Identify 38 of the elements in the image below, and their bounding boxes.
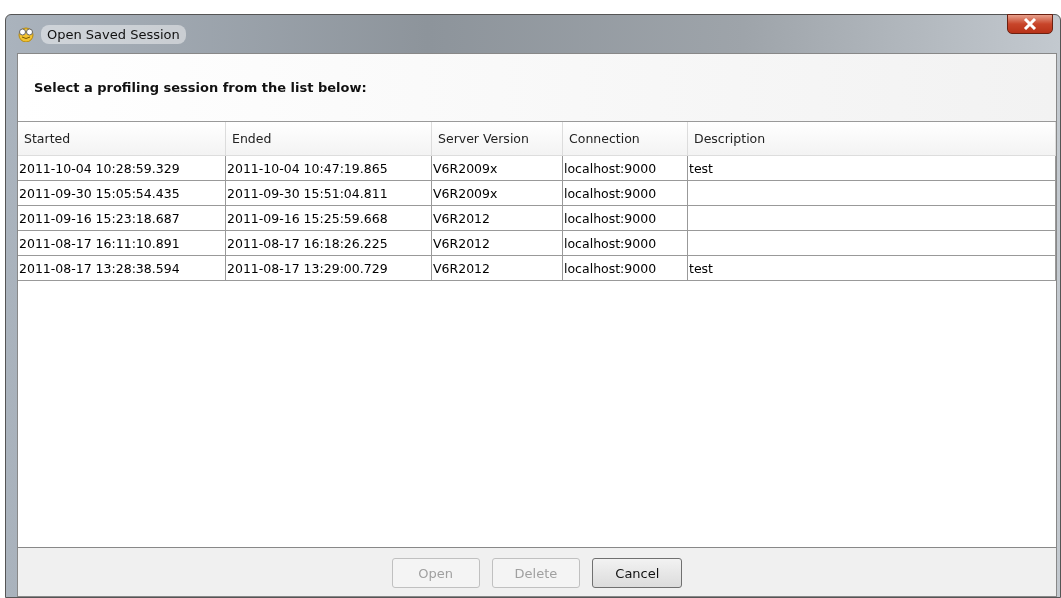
- session-row[interactable]: 2011-10-04 10:28:59.329 2011-10-04 10:47:19.865 V6R2009x localhost:9000 test: [18, 156, 1056, 181]
- table-cell: 2011-09-30 15:05:54.435: [19, 185, 180, 201]
- table-cell: localhost:9000: [564, 210, 657, 226]
- session-row[interactable]: 2011-08-17 13:28:38.594 2011-08-17 13:29:00.729 V6R2012 localhost:9000 test: [18, 256, 1056, 281]
- table-cell: V6R2012: [433, 260, 490, 276]
- close-button[interactable]: [1007, 14, 1053, 34]
- column-header[interactable]: Ended: [226, 122, 432, 155]
- column-header[interactable]: Server Version: [432, 122, 563, 155]
- session-row[interactable]: 2011-09-30 15:05:54.435 2011-09-30 15:51:04.811 V6R2009x localhost:9000: [18, 181, 1056, 206]
- session-row[interactable]: 2011-08-17 16:11:10.891 2011-08-17 16:18:26.225 V6R2012 localhost:9000: [18, 231, 1056, 256]
- face-icon: [17, 26, 35, 42]
- table-cell: 2011-08-17 16:18:26.225: [227, 235, 388, 251]
- column-header[interactable]: Description: [688, 122, 1056, 155]
- table-cell: 2011-09-16 15:25:59.668: [227, 210, 388, 226]
- table-cell: localhost:9000: [564, 160, 657, 176]
- column-header[interactable]: Started: [18, 122, 226, 155]
- table-cell: 2011-08-17 16:11:10.891: [19, 235, 180, 251]
- table-cell: 2011-09-16 15:23:18.687: [19, 210, 180, 226]
- table-cell: test: [689, 260, 713, 276]
- table-cell: 2011-10-04 10:28:59.329: [19, 160, 180, 176]
- dialog-button[interactable]: Cancel: [592, 558, 683, 588]
- window-title: Open Saved Session: [41, 24, 186, 44]
- table-cell: localhost:9000: [564, 185, 657, 201]
- table-cell: V6R2012: [433, 235, 490, 251]
- table-cell: V6R2009x: [433, 185, 498, 201]
- table-cell: 2011-09-30 15:51:04.811: [227, 185, 388, 201]
- table-cell: V6R2009x: [433, 160, 498, 176]
- table-cell: test: [689, 160, 713, 176]
- table-cell: localhost:9000: [564, 260, 657, 276]
- table-cell: 2011-10-04 10:47:19.865: [227, 160, 388, 176]
- table-cell: 2011-08-17 13:29:00.729: [227, 260, 388, 276]
- table-cell: localhost:9000: [564, 235, 657, 251]
- session-row[interactable]: 2011-09-16 15:23:18.687 2011-09-16 15:25:59.668 V6R2012 localhost:9000: [18, 206, 1056, 231]
- column-header[interactable]: Connection: [563, 122, 688, 155]
- close-icon: [1023, 18, 1037, 30]
- instruction-text: Select a profiling session from the list below:: [34, 80, 367, 95]
- table-cell: 2011-08-17 13:28:38.594: [19, 260, 180, 276]
- table-cell: V6R2012: [433, 210, 490, 226]
